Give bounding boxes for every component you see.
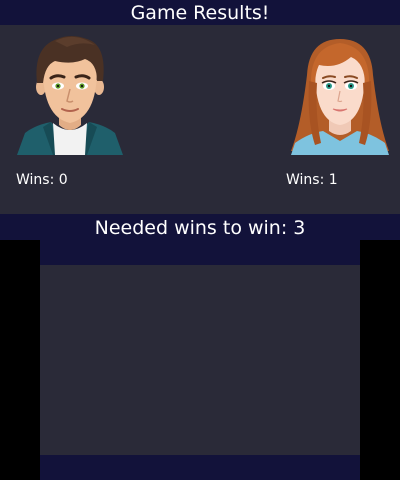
- game-screen: Game Results! Wins: 0 Wins: 1 Needed win…: [0, 0, 400, 480]
- top-screen: Game Results! Wins: 0 Wins: 1 Needed win…: [0, 0, 400, 240]
- player-two-wins: Wins: 1: [286, 172, 338, 188]
- bottom-top-band: [40, 240, 360, 265]
- bottom-screen: [40, 240, 360, 480]
- female-player-avatar: [291, 39, 389, 155]
- right-letterbox: [360, 240, 400, 480]
- needed-wins-label: Needed wins to win: 3: [0, 214, 400, 240]
- left-letterbox: [0, 240, 40, 480]
- results-title: Game Results!: [0, 0, 400, 25]
- bottom-bottom-band: [40, 455, 360, 480]
- player-one-wins: Wins: 0: [16, 172, 68, 188]
- male-player-avatar: [17, 36, 123, 155]
